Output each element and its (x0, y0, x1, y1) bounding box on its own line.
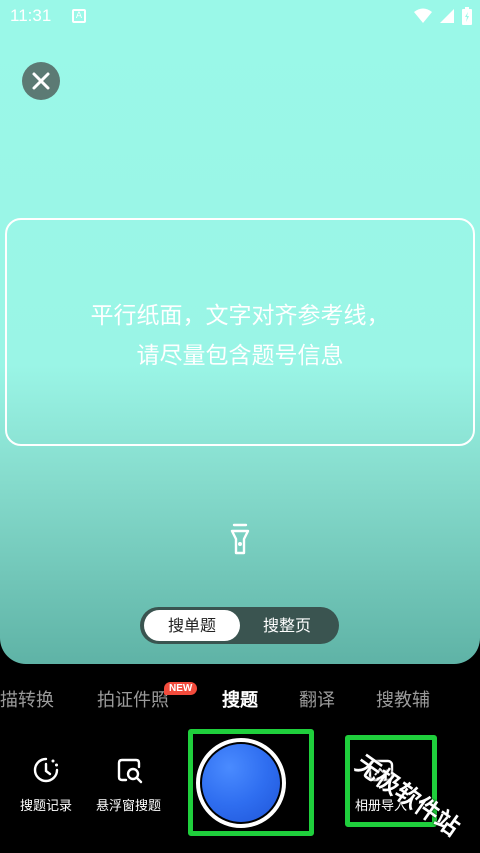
status-bar: 11:31 A (0, 0, 480, 34)
tab-translate[interactable]: 翻译 (299, 686, 335, 712)
a-letter-icon: A (72, 9, 86, 23)
float-search-icon (117, 758, 142, 784)
battery-icon (462, 7, 472, 25)
float-window-search-button[interactable]: 悬浮窗搜题 (96, 755, 161, 814)
search-history-label: 搜题记录 (20, 799, 73, 814)
shutter-button[interactable] (202, 744, 280, 822)
close-icon (32, 72, 50, 90)
signal-icon (440, 9, 454, 23)
status-time: 11:31 (10, 6, 52, 25)
hint-line-1: 平行纸面，文字对齐参考线， (90, 303, 390, 329)
flashlight-icon (230, 523, 250, 555)
alignment-frame: 平行纸面，文字对齐参考线， 请尽量包含题号信息 (5, 218, 475, 446)
search-scope-toggle: 搜单题 搜整页 (140, 607, 339, 644)
close-button[interactable] (22, 62, 60, 100)
tab-id-photo[interactable]: 拍证件照 (97, 686, 169, 712)
wifi-icon (414, 8, 432, 23)
camera-preview[interactable]: 11:31 A 平行纸面，文字对齐参考线， 请尽量包含题号信息 搜单题 搜整页 (0, 0, 480, 664)
toggle-single-question[interactable]: 搜单题 (144, 610, 240, 641)
tab-scan-convert[interactable]: 描转换 (0, 686, 54, 712)
float-window-search-label: 悬浮窗搜题 (96, 799, 162, 814)
flashlight-button[interactable] (228, 523, 252, 561)
alignment-hint: 平行纸面，文字对齐参考线， 请尽量包含题号信息 (7, 296, 473, 376)
tab-search-question[interactable]: 搜题 (222, 686, 258, 712)
clock-icon (33, 757, 59, 783)
mode-tabs: 描转换 拍证件照 搜题 翻译 搜教辅 (0, 680, 480, 720)
toggle-whole-page[interactable]: 搜整页 (239, 610, 335, 641)
search-history-button[interactable]: 搜题记录 (20, 755, 72, 814)
new-badge: NEW (164, 682, 198, 695)
hint-line-2: 请尽量包含题号信息 (136, 343, 344, 369)
tab-search-textbook[interactable]: 搜教辅 (376, 686, 430, 712)
